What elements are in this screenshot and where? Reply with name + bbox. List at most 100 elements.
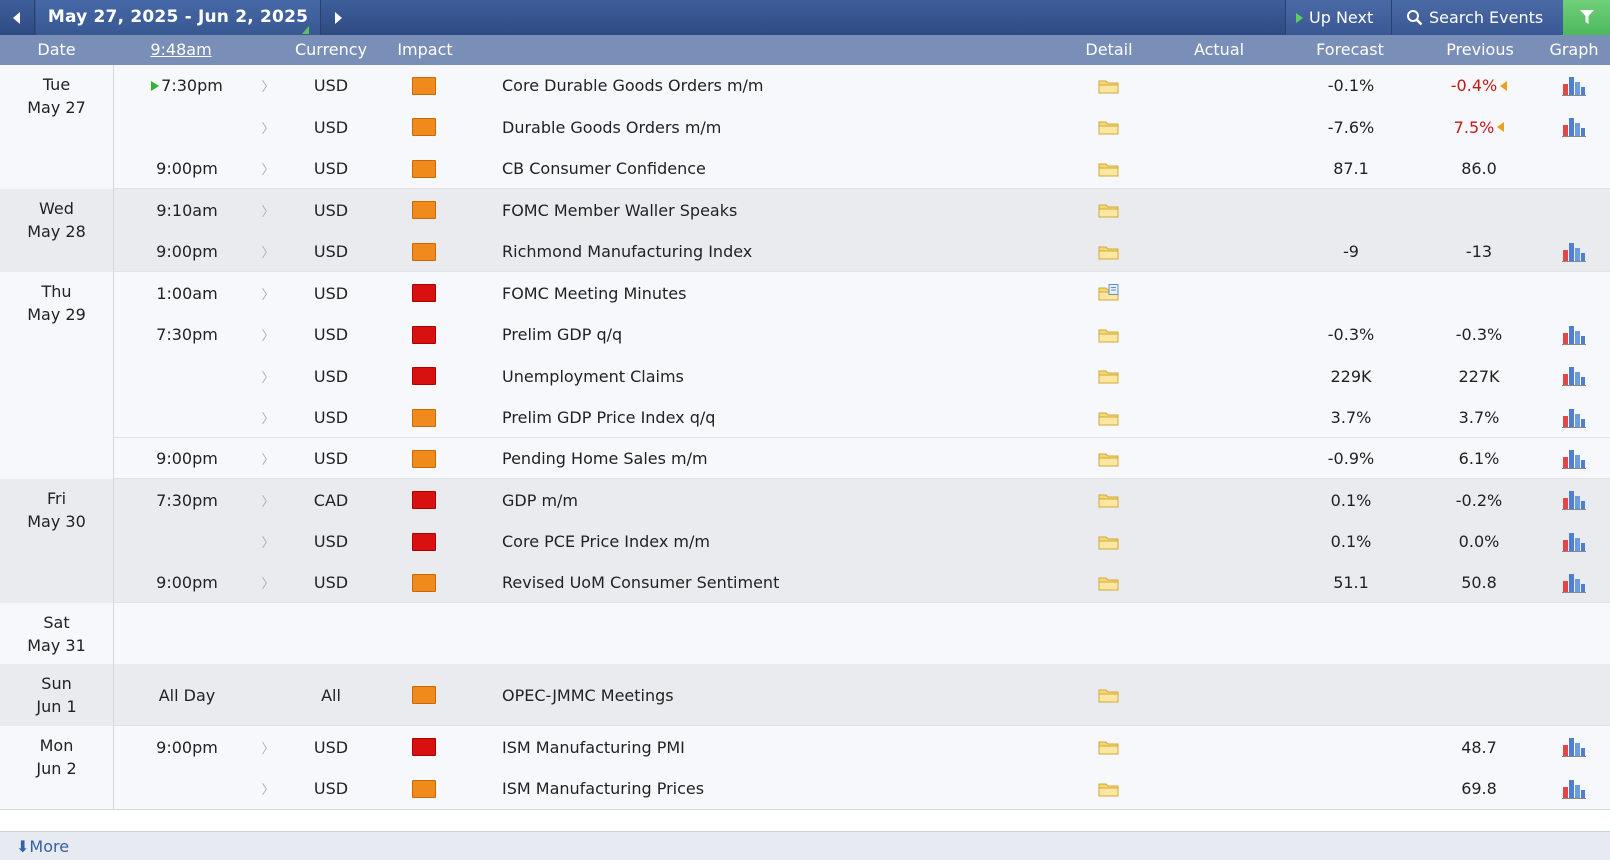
event-detail-button[interactable] (1094, 106, 1124, 148)
impact-cell[interactable] (404, 397, 444, 438)
event-title[interactable]: Unemployment Claims (502, 355, 1022, 397)
event-detail-button[interactable] (1094, 148, 1124, 189)
event-graph-button[interactable] (1555, 479, 1593, 521)
speaker-cell[interactable]: 〉 (258, 231, 278, 272)
event-title[interactable]: Prelim GDP Price Index q/q (502, 397, 1022, 438)
event-graph-button[interactable] (1555, 314, 1593, 355)
event-title[interactable]: Prelim GDP q/q (502, 314, 1022, 355)
speaker-icon[interactable]: 〉 (261, 491, 274, 510)
event-title[interactable]: GDP m/m (502, 479, 1022, 521)
speaker-cell[interactable]: 〉 (258, 355, 278, 397)
impact-cell[interactable] (404, 562, 444, 603)
event-detail-button[interactable] (1094, 438, 1124, 479)
event-detail-button[interactable] (1094, 65, 1124, 106)
event-graph-button[interactable] (1555, 65, 1593, 106)
revised-marker-icon[interactable] (1497, 122, 1505, 132)
event-graph-button[interactable] (1555, 726, 1593, 768)
impact-cell[interactable] (404, 189, 444, 231)
event-title[interactable]: Core PCE Price Index m/m (502, 521, 1022, 562)
speaker-icon[interactable]: 〉 (261, 159, 274, 178)
impact-cell[interactable] (404, 106, 444, 148)
event-title[interactable]: ISM Manufacturing Prices (502, 768, 1022, 809)
impact-cell[interactable] (404, 65, 444, 106)
speaker-cell[interactable]: 〉 (258, 438, 278, 479)
up-next-button[interactable]: Up Next (1285, 0, 1392, 35)
speaker-icon[interactable]: 〉 (261, 201, 274, 220)
event-detail-button[interactable] (1094, 397, 1124, 438)
event-graph-button[interactable] (1555, 562, 1593, 603)
impact-cell[interactable] (404, 438, 444, 479)
previous-week-button[interactable] (0, 0, 35, 35)
more-link[interactable]: ⬇More (16, 832, 69, 860)
next-week-button[interactable] (320, 0, 355, 35)
event-detail-button[interactable] (1094, 521, 1124, 562)
event-title[interactable]: CB Consumer Confidence (502, 148, 1022, 189)
event-title[interactable]: OPEC-JMMC Meetings (502, 664, 1022, 726)
event-graph-button[interactable] (1555, 231, 1593, 272)
event-title[interactable]: FOMC Member Waller Speaks (502, 189, 1022, 231)
event-detail-button[interactable] (1094, 664, 1124, 726)
impact-cell[interactable] (404, 272, 444, 314)
speaker-cell[interactable]: 〉 (258, 768, 278, 809)
event-detail-button[interactable] (1094, 355, 1124, 397)
search-events-button[interactable]: Search Events (1391, 0, 1564, 35)
speaker-cell[interactable]: 〉 (258, 397, 278, 438)
impact-cell[interactable] (404, 726, 444, 768)
impact-cell[interactable] (404, 768, 444, 809)
event-detail-button[interactable] (1094, 272, 1124, 314)
impact-cell[interactable] (404, 355, 444, 397)
speaker-icon[interactable]: 〉 (261, 118, 274, 137)
event-title[interactable]: FOMC Meeting Minutes (502, 272, 1022, 314)
impact-cell[interactable] (404, 521, 444, 562)
speaker-cell[interactable]: 〉 (258, 521, 278, 562)
event-detail-button[interactable] (1094, 231, 1124, 272)
impact-cell[interactable] (404, 231, 444, 272)
event-title[interactable]: Durable Goods Orders m/m (502, 106, 1022, 148)
speaker-cell[interactable]: 〉 (258, 106, 278, 148)
speaker-icon[interactable]: 〉 (261, 325, 274, 344)
speaker-icon[interactable]: 〉 (261, 408, 274, 427)
speaker-cell[interactable]: 〉 (258, 189, 278, 231)
impact-cell[interactable] (404, 314, 444, 355)
speaker-icon[interactable]: 〉 (261, 449, 274, 468)
event-graph-button[interactable] (1555, 106, 1593, 148)
event-detail-button[interactable] (1094, 726, 1124, 768)
impact-cell[interactable] (404, 664, 444, 726)
speaker-icon[interactable]: 〉 (261, 76, 274, 95)
event-graph-button[interactable] (1555, 521, 1593, 562)
event-title[interactable]: Pending Home Sales m/m (502, 438, 1022, 479)
speaker-cell[interactable]: 〉 (258, 562, 278, 603)
event-detail-button[interactable] (1094, 768, 1124, 809)
speaker-icon[interactable]: 〉 (261, 779, 274, 798)
event-detail-button[interactable] (1094, 479, 1124, 521)
impact-cell[interactable] (404, 148, 444, 189)
speaker-cell[interactable]: 〉 (258, 272, 278, 314)
speaker-cell[interactable]: 〉 (258, 726, 278, 768)
event-title[interactable]: Revised UoM Consumer Sentiment (502, 562, 1022, 603)
speaker-cell[interactable]: 〉 (258, 65, 278, 106)
event-title[interactable]: Richmond Manufacturing Index (502, 231, 1022, 272)
speaker-cell[interactable]: 〉 (258, 314, 278, 355)
event-detail-button[interactable] (1094, 562, 1124, 603)
speaker-icon[interactable]: 〉 (261, 284, 274, 303)
event-graph-button[interactable] (1555, 438, 1593, 479)
event-detail-button[interactable] (1094, 189, 1124, 231)
speaker-icon[interactable]: 〉 (261, 738, 274, 757)
speaker-icon[interactable]: 〉 (261, 573, 274, 592)
event-title[interactable]: Core Durable Goods Orders m/m (502, 65, 1022, 106)
event-graph-button[interactable] (1555, 355, 1593, 397)
impact-cell[interactable] (404, 479, 444, 521)
speaker-icon[interactable]: 〉 (261, 367, 274, 386)
speaker-icon[interactable]: 〉 (261, 532, 274, 551)
event-graph-button[interactable] (1555, 768, 1593, 809)
filter-button[interactable] (1563, 0, 1610, 35)
revised-marker-icon[interactable] (1500, 80, 1508, 91)
speaker-cell[interactable]: 〉 (258, 148, 278, 189)
speaker-icon[interactable]: 〉 (261, 242, 274, 261)
event-title[interactable]: ISM Manufacturing PMI (502, 726, 1022, 768)
speaker-cell[interactable]: 〉 (258, 479, 278, 521)
event-graph-button[interactable] (1555, 397, 1593, 438)
date-range-label[interactable]: May 27, 2025 - Jun 2, 2025 (36, 0, 320, 35)
header-current-time[interactable]: 9:48am (114, 35, 248, 65)
event-detail-button[interactable] (1094, 314, 1124, 355)
